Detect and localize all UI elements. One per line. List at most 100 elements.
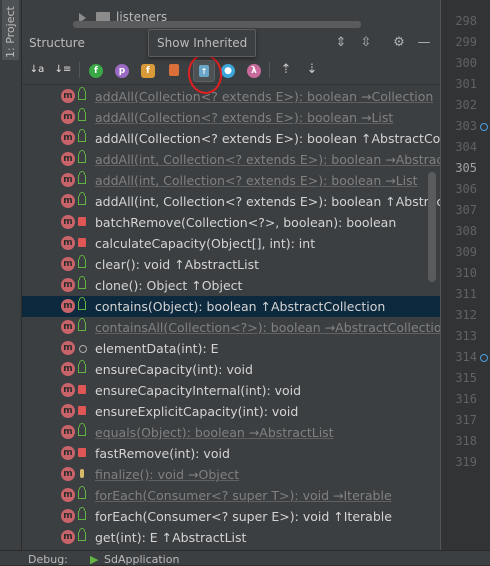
autoscroll-from-source-icon[interactable]: ⇣ — [302, 60, 322, 80]
member-row[interactable]: m calculateCapacity(Object[], int): int — [22, 233, 440, 254]
member-row[interactable]: m finalize(): void →Object — [22, 464, 440, 485]
member-signature: elementData(int): E — [95, 341, 219, 356]
member-signature: ensureCapacityInternal(int): void — [95, 383, 302, 398]
line-number: 300 — [455, 56, 477, 70]
member-signature: containsAll(Collection<?>): boolean →Abs… — [95, 320, 440, 335]
method-icon: m — [61, 236, 75, 250]
member-row[interactable]: m ensureCapacity(int): void — [22, 359, 440, 380]
method-icon: m — [61, 362, 75, 376]
method-icon: m — [61, 404, 75, 418]
public-access-icon — [78, 87, 86, 100]
minimize-icon[interactable]: — — [415, 34, 433, 52]
bottom-tool-bar: Debug: ▶ SdApplication — [0, 550, 490, 566]
member-signature: addAll(Collection<? extends E>): boolean… — [95, 131, 440, 146]
show-lambdas-icon[interactable]: λ — [244, 60, 264, 80]
member-signature: fastRemove(int): void — [95, 446, 230, 461]
private-access-icon — [78, 217, 86, 226]
member-row[interactable]: m clone(): Object ↑Object — [22, 275, 440, 296]
method-icon: m — [61, 383, 75, 397]
show-non-public-icon[interactable] — [164, 60, 184, 80]
vertical-scrollbar[interactable] — [428, 172, 436, 282]
member-row[interactable]: m elementData(int): E — [22, 338, 440, 359]
private-access-icon — [78, 238, 86, 247]
line-number: 310 — [455, 266, 477, 280]
sort-alpha-icon[interactable]: ↓a — [27, 60, 47, 80]
private-access-icon — [78, 385, 86, 394]
member-signature: contains(Object): boolean ↑AbstractColle… — [95, 299, 386, 314]
line-number: 318 — [455, 434, 477, 448]
line-number: 307 — [455, 203, 477, 217]
member-signature: addAll(Collection<? extends E>): boolean… — [95, 89, 434, 104]
expand-all-icon[interactable]: ⇕ — [332, 34, 350, 52]
toolbar-separator — [269, 62, 270, 78]
show-fields-f-icon[interactable]: f — [138, 60, 158, 80]
member-row[interactable]: m addAll(Collection<? extends E>): boolea… — [22, 128, 440, 149]
show-fields-icon[interactable]: f — [86, 60, 106, 80]
member-signature: clone(): Object ↑Object — [95, 278, 243, 293]
member-row[interactable]: m ensureCapacityInternal(int): void — [22, 380, 440, 401]
line-number: 298 — [455, 14, 477, 28]
member-row[interactable]: m forEach(Consumer<? super E>): void ↑Ite… — [22, 506, 440, 527]
member-signature: addAll(int, Collection<? extends E>): bo… — [95, 152, 440, 167]
method-icon: m — [61, 467, 75, 481]
debug-tab-label[interactable]: Debug: — [28, 553, 68, 566]
member-row[interactable]: m forEach(Consumer<? super T>): void →Ite… — [22, 485, 440, 506]
member-signature: addAll(Collection<? extends E>): boolean… — [95, 110, 394, 125]
line-number: 304 — [455, 140, 477, 154]
member-row[interactable]: m equals(Object): boolean →AbstractList — [22, 422, 440, 443]
member-row[interactable]: m fastRemove(int): void — [22, 443, 440, 464]
public-access-icon — [78, 318, 86, 331]
member-row[interactable]: m addAll(Collection<? extends E>): boolea… — [22, 86, 440, 107]
app-tab-label[interactable]: SdApplication — [104, 553, 179, 566]
horizontal-scrollbar[interactable] — [73, 21, 361, 28]
public-access-icon — [78, 528, 86, 541]
member-signature: addAll(int, Collection<? extends E>): bo… — [95, 194, 440, 209]
method-icon: m — [61, 89, 75, 103]
member-signature: addAll(int, Collection<? extends E>): bo… — [95, 173, 418, 188]
member-row[interactable]: m batchRemove(Collection<?>, boolean): bo… — [22, 212, 440, 233]
line-number: 303 — [455, 119, 477, 133]
method-icon: m — [61, 278, 75, 292]
sort-visibility-icon[interactable]: ↓≡ — [53, 60, 73, 80]
member-row[interactable]: m clear(): void ↑AbstractList — [22, 254, 440, 275]
member-row[interactable]: m contains(Object): boolean ↑AbstractColl… — [22, 296, 440, 317]
project-tool-tab[interactable]: 1: Project — [2, 0, 19, 60]
method-icon: m — [61, 131, 75, 145]
member-row[interactable]: m containsAll(Collection<?>): boolean →Ab… — [22, 317, 440, 338]
line-number: 301 — [455, 77, 477, 91]
show-properties-icon[interactable]: p — [112, 60, 132, 80]
member-signature: ensureCapacity(int): void — [95, 362, 253, 377]
line-number: 312 — [455, 308, 477, 322]
member-row[interactable]: m addAll(int, Collection<? extends E>): b… — [22, 191, 440, 212]
method-icon: m — [61, 299, 75, 313]
line-number: 305 — [455, 161, 477, 175]
line-number: 316 — [455, 392, 477, 406]
protected-access-icon — [80, 469, 84, 478]
public-access-icon — [78, 150, 86, 163]
override-marker-icon[interactable] — [480, 354, 488, 362]
public-access-icon — [78, 129, 86, 142]
override-marker-icon[interactable] — [480, 123, 488, 131]
run-config-icon: ▶ — [90, 553, 99, 566]
member-signature: ensureExplicitCapacity(int): void — [95, 404, 299, 419]
gear-icon[interactable]: ⚙ — [390, 34, 408, 52]
line-number: 314 — [455, 350, 477, 364]
public-access-icon — [78, 507, 86, 520]
member-row[interactable]: m ensureExplicitCapacity(int): void — [22, 401, 440, 422]
public-access-icon — [78, 423, 86, 436]
member-signature: get(int): E ↑AbstractList — [95, 530, 247, 545]
member-row[interactable]: m addAll(Collection<? extends E>): boolea… — [22, 107, 440, 128]
member-signature: forEach(Consumer<? super T>): void →Iter… — [95, 488, 392, 503]
member-signature: forEach(Consumer<? super E>): void ↑Iter… — [95, 509, 392, 524]
member-row[interactable]: m addAll(int, Collection<? extends E>): b… — [22, 170, 440, 191]
member-row[interactable]: m addAll(int, Collection<? extends E>): b… — [22, 149, 440, 170]
method-icon: m — [61, 530, 75, 544]
method-icon: m — [61, 341, 75, 355]
public-access-icon — [78, 360, 86, 373]
public-access-icon — [78, 192, 86, 205]
autoscroll-to-source-icon[interactable]: ⇡ — [276, 60, 296, 80]
collapse-all-icon[interactable]: ⇳ — [357, 34, 375, 52]
method-icon: m — [61, 488, 75, 502]
member-row[interactable]: m get(int): E ↑AbstractList — [22, 527, 440, 548]
public-access-icon — [78, 171, 86, 184]
